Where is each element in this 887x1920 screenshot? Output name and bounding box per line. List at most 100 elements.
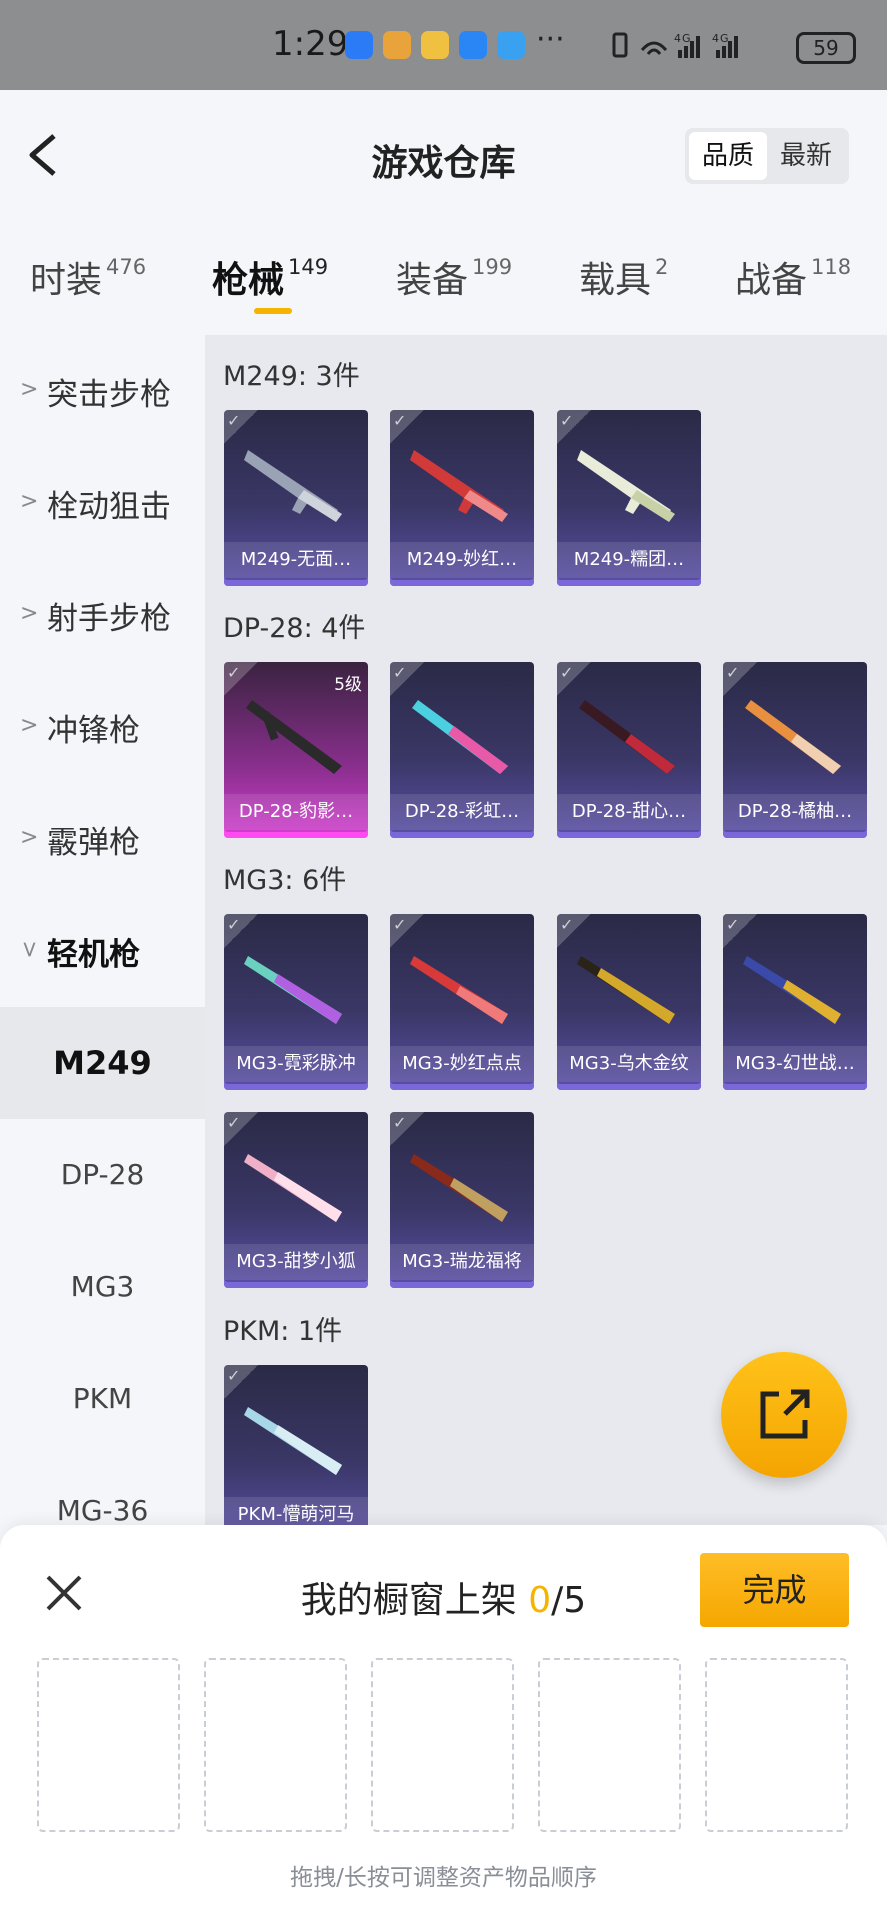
tab-equipment[interactable]: 装备 199 [396,251,512,303]
weapon-name: DP-28-甜心… [557,794,701,830]
status-time: 1:29 [272,24,349,64]
weapon-card[interactable]: ✓ MG3-妙红点点 [390,914,534,1090]
chevron-right-icon: > [20,489,39,514]
weapon-card[interactable]: ✓ MG3-霓彩脉冲 [224,914,368,1090]
weapon-icon [244,1407,342,1475]
tab-fashion[interactable]: 时装 476 [30,251,146,303]
showcase-slot[interactable] [371,1658,514,1832]
group-title-m249: M249: 3件 [223,361,360,392]
sidebar-item-bolt-sniper[interactable]: > 栓动狙击 [0,447,205,557]
weapon-name: DP-28-彩虹… [390,794,534,830]
weapon-name: MG3-幻世战… [723,1046,867,1082]
weapon-card[interactable]: ✓ M249-糯团… [557,410,701,586]
showcase-slot[interactable] [204,1658,347,1832]
tab-count: 118 [811,255,852,279]
weapon-card[interactable]: ✓ MG3-幻世战… [723,914,867,1090]
weapon-category-sidebar: > 突击步枪 > 栓动狙击 > 射手步枪 > 冲锋枪 > 霰弹枪 > 轻机枪 M… [0,335,205,1527]
weapon-name: MG3-乌木金纹 [557,1046,701,1082]
tab-label: 载具 [579,260,652,301]
svg-text:4G: 4G [712,32,730,45]
tab-vehicles[interactable]: 载具 2 [579,251,668,303]
tab-count: 199 [472,255,513,279]
sidebar-item-label: 冲锋枪 [47,713,140,749]
weapon-name: DP-28-豹影… [224,794,368,830]
header: 游戏仓库 品质 最新 [0,90,887,225]
weapon-name: PKM-懵萌河马 [224,1497,368,1525]
showcase-slot[interactable] [705,1658,848,1832]
sidebar-item-label: 霰弹枪 [47,825,140,861]
weapon-card[interactable]: ✓ M249-无面… [224,410,368,586]
tab-supplies[interactable]: 战备 118 [735,251,851,303]
battery-icon: 59 [796,32,856,64]
app-notification-icon [345,31,373,59]
sidebar-item-label: 轻机枪 [47,937,140,973]
group-title-dp28: DP-28: 4件 [223,613,366,644]
sidebar-item-shotgun[interactable]: > 霰弹枪 [0,783,205,893]
reorder-hint: 拖拽/长按可调整资产物品顺序 [290,1865,597,1891]
app-notification-icon [421,31,449,59]
signal-icons: 4G 4G [612,28,782,68]
weapon-name: M249-无面… [224,542,368,578]
weapon-icon [743,956,841,1024]
sidebar-subitem-dp28[interactable]: DP-28 [0,1119,205,1231]
showcase-slot[interactable] [37,1658,180,1832]
showcase-sheet: 我的橱窗上架 0/5 完成 拖拽/长按可调整资产物品顺序 [0,1525,887,1920]
weapon-card[interactable]: ✓ M249-妙红… [390,410,534,586]
sidebar-subitem-m249[interactable]: M249 [0,1007,205,1119]
weapon-icon [244,450,342,522]
group-title-pkm: PKM: 1件 [223,1316,343,1347]
weapon-icon [410,956,508,1024]
tab-label: 战备 [735,260,808,301]
weapon-name: DP-28-橘柚… [723,794,867,830]
weapon-card[interactable]: ✓ DP-28-彩虹… [390,662,534,838]
tab-count: 149 [288,255,329,279]
sort-toggle: 品质 最新 [685,128,849,184]
weapon-name: MG3-妙红点点 [390,1046,534,1082]
chevron-right-icon: > [20,601,39,626]
sidebar-item-label: 栓动狙击 [47,489,171,525]
weapon-name: M249-妙红… [390,542,534,578]
chevron-right-icon: > [20,713,39,738]
sidebar-item-smg[interactable]: > 冲锋枪 [0,671,205,781]
tab-count: 2 [655,255,669,279]
sidebar-subitem-mg3[interactable]: MG3 [0,1231,205,1343]
sidebar-item-marksman-rifle[interactable]: > 射手步枪 [0,559,205,669]
share-external-icon [760,1389,810,1439]
tab-firearms[interactable]: 枪械 149 [212,251,328,303]
share-button[interactable] [721,1352,847,1478]
sidebar-item-assault-rifle[interactable]: > 突击步枪 [0,335,205,445]
weapon-card[interactable]: ✓ MG3-甜梦小狐 [224,1112,368,1288]
showcase-current-count: 0 [528,1580,552,1621]
showcase-slot[interactable] [538,1658,681,1832]
sidebar-subitem-pkm[interactable]: PKM [0,1343,205,1455]
group-title-mg3: MG3: 6件 [223,865,347,896]
weapon-name: M249-糯团… [557,542,701,578]
sidebar-item-label: 突击步枪 [47,377,171,413]
tab-label: 装备 [396,260,469,301]
weapon-card[interactable]: ✓ MG3-瑞龙福将 [390,1112,534,1288]
weapon-name: MG3-甜梦小狐 [224,1244,368,1280]
weapon-icon [579,700,675,774]
sort-quality-option[interactable]: 品质 [689,132,767,180]
weapon-card[interactable]: ✓ PKM-懵萌河马 [224,1365,368,1525]
weapon-card[interactable]: ✓ DP-28-橘柚… [723,662,867,838]
sheet-title-prefix: 我的橱窗上架 [300,1580,529,1621]
weapon-card[interactable]: ✓ MG3-乌木金纹 [557,914,701,1090]
weapon-icon [244,956,342,1024]
done-button[interactable]: 完成 [700,1553,849,1627]
category-tabs: 时装 476 枪械 149 装备 199 载具 2 战备 118 [0,225,887,335]
weapon-card[interactable]: ✓ 5级 DP-28-豹影… [224,662,368,838]
app-notification-icon [497,31,525,59]
weapon-icon [244,1154,342,1222]
weapon-card[interactable]: ✓ DP-28-甜心… [557,662,701,838]
weapon-icon [410,1154,508,1222]
active-tab-indicator [254,308,292,314]
sort-newest-option[interactable]: 最新 [767,132,845,180]
sidebar-item-lmg[interactable]: > 轻机枪 [0,895,205,1005]
showcase-total-count: /5 [551,1580,587,1621]
tab-count: 476 [106,255,147,279]
app-notification-icon [383,31,411,59]
weapon-icon [745,700,841,774]
weapon-name: MG3-瑞龙福将 [390,1244,534,1280]
app-notification-icon [459,31,487,59]
